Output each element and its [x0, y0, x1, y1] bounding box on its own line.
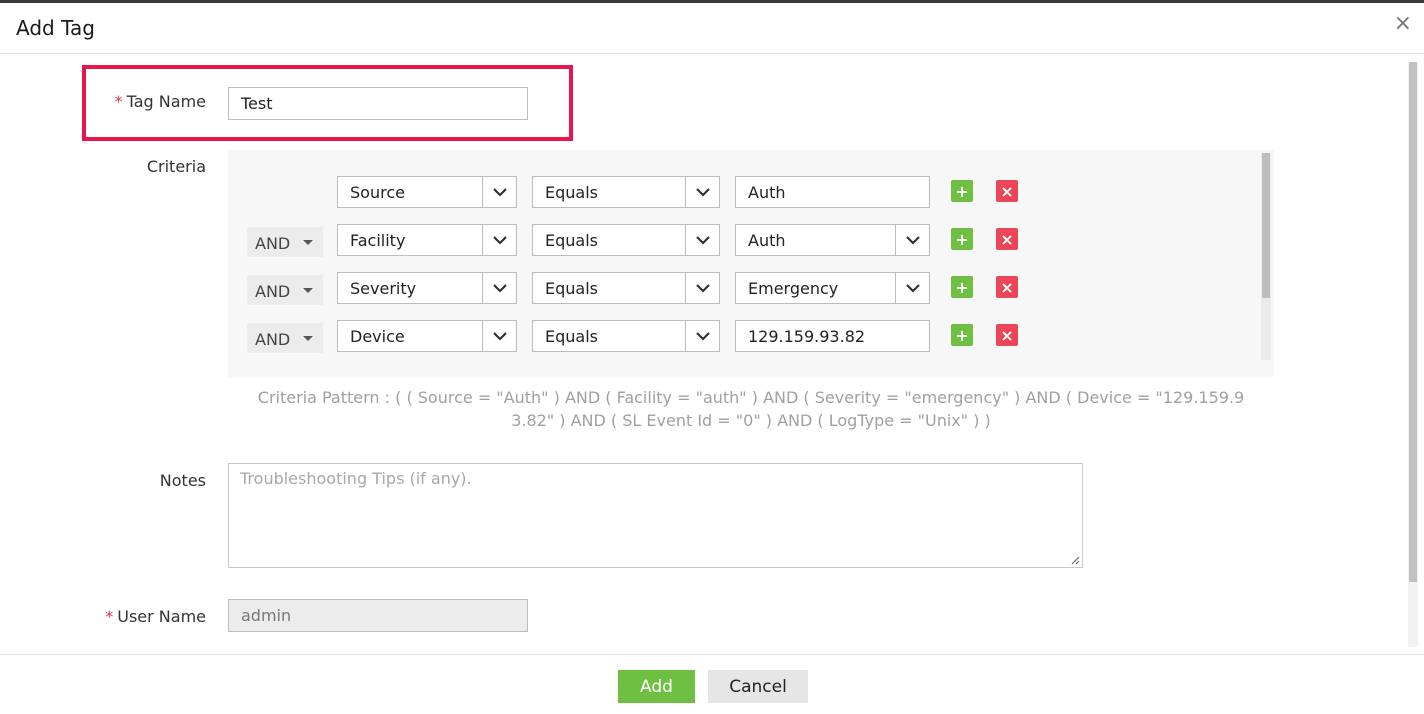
chevron-down-icon[interactable] — [685, 273, 719, 303]
criteria-scrollbar-thumb[interactable] — [1262, 153, 1270, 298]
criteria-field-select[interactable]: Severity — [337, 272, 517, 304]
criteria-operator-select[interactable]: Equals — [532, 272, 720, 304]
criteria-conjunction-select[interactable]: AND — [247, 323, 323, 353]
notes-textarea[interactable]: Troubleshooting Tips (if any). — [228, 463, 1083, 568]
notes-label: Notes — [159, 471, 206, 490]
chevron-down-icon[interactable] — [685, 177, 719, 207]
criteria-operator-select[interactable]: Equals — [532, 176, 720, 208]
criteria-pattern-line: 3.82" ) AND ( SL Event Id = "0" ) AND ( … — [511, 411, 991, 430]
resize-grip-icon[interactable] — [1070, 555, 1080, 565]
required-mark: * — [105, 607, 114, 626]
cancel-button[interactable]: Cancel — [708, 670, 808, 703]
dialog-title: Add Tag — [16, 16, 95, 40]
add-criteria-button[interactable]: + — [951, 228, 973, 250]
remove-criteria-button[interactable]: × — [996, 228, 1018, 250]
tag-name-label: * Tag Name — [114, 92, 206, 111]
required-mark: * — [114, 92, 123, 111]
close-icon[interactable]: × — [1394, 12, 1412, 36]
criteria-conjunction-select[interactable]: AND — [247, 227, 323, 257]
criteria-value-select[interactable]: Auth — [735, 224, 930, 256]
chevron-down-icon[interactable] — [685, 321, 719, 351]
add-button[interactable]: Add — [618, 670, 695, 703]
add-criteria-button[interactable]: + — [951, 276, 973, 298]
caret-down-icon — [303, 288, 313, 293]
dialog-scrollbar-thumb[interactable] — [1409, 62, 1417, 582]
chevron-down-icon[interactable] — [895, 225, 929, 255]
user-name-label: * User Name — [105, 607, 206, 626]
dialog-scrollbar[interactable] — [1408, 62, 1418, 647]
remove-criteria-button[interactable]: × — [996, 276, 1018, 298]
criteria-scrollbar[interactable] — [1261, 153, 1271, 360]
criteria-field-select[interactable]: Facility — [337, 224, 517, 256]
add-criteria-button[interactable]: + — [951, 180, 973, 202]
chevron-down-icon[interactable] — [482, 177, 516, 207]
chevron-down-icon[interactable] — [482, 225, 516, 255]
caret-down-icon — [303, 336, 313, 341]
caret-down-icon — [303, 240, 313, 245]
remove-criteria-button[interactable]: × — [996, 324, 1018, 346]
chevron-down-icon[interactable] — [895, 273, 929, 303]
criteria-value-input[interactable]: Auth — [735, 176, 930, 208]
criteria-field-select[interactable]: Device — [337, 320, 517, 352]
criteria-pattern-line: Criteria Pattern : ( ( Source = "Auth" )… — [257, 388, 1245, 407]
remove-criteria-button[interactable]: × — [996, 180, 1018, 202]
criteria-field-select[interactable]: Source — [337, 176, 517, 208]
criteria-value-select[interactable]: Emergency — [735, 272, 930, 304]
chevron-down-icon[interactable] — [482, 273, 516, 303]
chevron-down-icon[interactable] — [482, 321, 516, 351]
criteria-operator-select[interactable]: Equals — [532, 224, 720, 256]
criteria-value-input[interactable]: 129.159.93.82 — [735, 320, 930, 352]
criteria-conjunction-select[interactable]: AND — [247, 275, 323, 305]
dialog-header: Add Tag × — [0, 3, 1424, 54]
user-name-input: admin — [228, 599, 528, 632]
add-criteria-button[interactable]: + — [951, 324, 973, 346]
criteria-label: Criteria — [146, 157, 206, 176]
chevron-down-icon[interactable] — [685, 225, 719, 255]
criteria-operator-select[interactable]: Equals — [532, 320, 720, 352]
notes-placeholder: Troubleshooting Tips (if any). — [240, 469, 472, 488]
tag-name-input[interactable]: Test — [228, 87, 528, 120]
criteria-pattern: Criteria Pattern : ( ( Source = "Auth" )… — [228, 386, 1274, 432]
